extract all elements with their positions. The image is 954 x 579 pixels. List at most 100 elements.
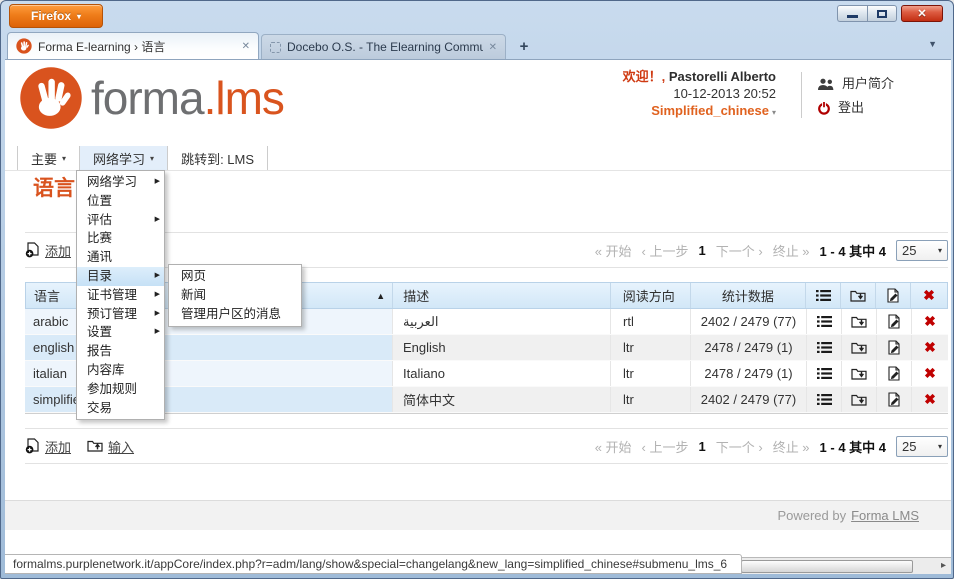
- tab-docebo[interactable]: Docebo O.S. - The Elearning Commu... ✕: [261, 34, 506, 59]
- prev-page-button[interactable]: ‹ 上一步: [642, 437, 689, 456]
- column-header-direction[interactable]: 阅读方向: [611, 283, 691, 308]
- delete-icon: ✖: [924, 313, 936, 330]
- delete-icon: ✖: [924, 391, 936, 408]
- menu-item-settings[interactable]: 设置▶: [77, 323, 164, 342]
- language-selector[interactable]: Simplified_chinese: [651, 103, 769, 118]
- firefox-menu-button[interactable]: Firefox ▾: [9, 4, 103, 28]
- edit-page-icon: [887, 392, 902, 407]
- list-icon: [817, 367, 832, 380]
- details-button[interactable]: [807, 387, 842, 412]
- details-button[interactable]: [807, 361, 842, 386]
- menu-item-content-library[interactable]: 内容库: [77, 361, 164, 380]
- logout-link[interactable]: 登出: [817, 96, 894, 120]
- direction-cell: ltr: [611, 335, 691, 360]
- delete-icon: ✖: [924, 339, 936, 356]
- loading-placeholder-favicon: [270, 42, 281, 53]
- scroll-right-arrow-icon[interactable]: ▸: [941, 560, 946, 571]
- delete-button[interactable]: ✖: [912, 309, 948, 334]
- menu-item-elearning[interactable]: 网络学习▶: [77, 173, 164, 192]
- list-icon: [817, 315, 832, 328]
- close-tab-icon[interactable]: ✕: [242, 41, 250, 52]
- new-tab-button[interactable]: +: [513, 36, 535, 56]
- submenu-arrow-icon: ▶: [155, 323, 160, 342]
- prev-page-button[interactable]: ‹ 上一步: [642, 241, 689, 260]
- export-button[interactable]: [842, 361, 877, 386]
- next-page-button[interactable]: 下一个 ›: [716, 437, 763, 456]
- menu-item-reports[interactable]: 报告: [77, 342, 164, 361]
- nav-item-main[interactable]: 主要 ▾: [17, 146, 80, 170]
- profile-label: 用户简介: [842, 72, 894, 96]
- export-button[interactable]: [842, 309, 877, 334]
- import-language-link[interactable]: 输入: [87, 437, 134, 456]
- column-header-description[interactable]: 描述: [393, 283, 611, 308]
- profile-link[interactable]: 用户简介: [817, 72, 894, 96]
- add-language-link[interactable]: 添加: [25, 241, 71, 260]
- forma-hand-icon: [19, 66, 83, 130]
- details-button[interactable]: [807, 335, 842, 360]
- nav-item-jump-to-lms[interactable]: 跳转到: LMS: [168, 146, 268, 170]
- last-page-button[interactable]: 终止 »: [773, 241, 810, 260]
- export-folder-icon: [851, 341, 867, 355]
- user-info: 欢迎！, Pastorelli Alberto 10-12-2013 20:52…: [623, 68, 776, 121]
- next-page-button[interactable]: 下一个 ›: [716, 241, 763, 260]
- first-page-button[interactable]: « 开始: [595, 241, 632, 260]
- menu-item-transactions[interactable]: 交易: [77, 399, 164, 418]
- delete-button[interactable]: ✖: [912, 387, 948, 412]
- export-button[interactable]: [842, 335, 877, 360]
- forma-lms-link[interactable]: Forma LMS: [851, 508, 919, 523]
- bottom-toolbar: 添加 输入 « 开始 ‹ 上一步 1 下一个 › 终止 » 1 - 4 其中 4…: [25, 428, 948, 464]
- delete-button[interactable]: ✖: [912, 361, 948, 386]
- submenu-arrow-icon: ▶: [155, 267, 160, 286]
- chevron-down-icon: ▾: [938, 442, 942, 451]
- tab-forma-elearning[interactable]: Forma E-learning › 语言 ✕: [7, 32, 259, 59]
- current-page: 1: [699, 439, 706, 454]
- sort-asc-icon[interactable]: ▲: [376, 291, 385, 301]
- power-icon: [817, 101, 831, 115]
- firefox-button-label: Firefox: [31, 9, 71, 23]
- menu-item-catalog[interactable]: 目录▶: [77, 267, 164, 286]
- scrollbar-thumb[interactable]: [741, 560, 913, 573]
- menu-item-reservations[interactable]: 预订管理▶: [77, 305, 164, 324]
- menu-item-location[interactable]: 位置: [77, 192, 164, 211]
- first-page-button[interactable]: « 开始: [595, 437, 632, 456]
- menu-item-assessment[interactable]: 评估▶: [77, 211, 164, 230]
- menu-item-enrolment-rules[interactable]: 参加规则: [77, 380, 164, 399]
- minimize-button[interactable]: [837, 5, 867, 22]
- page-size-select[interactable]: 25 ▾: [896, 436, 948, 457]
- menu-item-certificates[interactable]: 证书管理▶: [77, 286, 164, 305]
- details-button[interactable]: [807, 309, 842, 334]
- close-window-button[interactable]: ✕: [901, 5, 943, 22]
- add-page-icon: [25, 242, 40, 258]
- chevron-down-icon[interactable]: ▾: [772, 108, 776, 117]
- column-header-stats[interactable]: 统计数据: [691, 283, 807, 308]
- edit-button[interactable]: [877, 361, 912, 386]
- add-language-link[interactable]: 添加: [25, 437, 71, 456]
- menu-item-competition[interactable]: 比赛: [77, 229, 164, 248]
- page-size-select[interactable]: 25 ▾: [896, 240, 948, 261]
- edit-button[interactable]: [877, 387, 912, 412]
- submenu-item-webpages[interactable]: 网页: [169, 267, 301, 286]
- maximize-button[interactable]: [867, 5, 897, 22]
- close-tab-icon[interactable]: ✕: [489, 42, 497, 53]
- list-icon: [817, 393, 832, 406]
- column-header-edit: [876, 283, 911, 308]
- pagination-bottom: « 开始 ‹ 上一步 1 下一个 › 终止 » 1 - 4 其中 4 25 ▾: [595, 436, 948, 457]
- close-icon: ✕: [917, 7, 926, 20]
- menu-item-communication[interactable]: 通讯: [77, 248, 164, 267]
- column-header-details: [806, 283, 841, 308]
- list-all-tabs-button[interactable]: ▼: [928, 39, 937, 49]
- status-bar-url: formalms.purplenetwork.it/appCore/index.…: [5, 554, 742, 574]
- chevron-down-icon: ▾: [150, 154, 154, 163]
- edit-button[interactable]: [877, 335, 912, 360]
- description-cell: العربية: [393, 309, 611, 334]
- stats-cell: 2402 / 2479 (77): [691, 387, 807, 412]
- edit-button[interactable]: [877, 309, 912, 334]
- delete-button[interactable]: ✖: [912, 335, 948, 360]
- nav-item-elearning[interactable]: 网络学习 ▾: [80, 146, 168, 170]
- add-page-icon: [25, 438, 40, 454]
- export-button[interactable]: [842, 387, 877, 412]
- last-page-button[interactable]: 终止 »: [773, 437, 810, 456]
- submenu-item-user-area-messages[interactable]: 管理用户区的消息: [169, 305, 301, 324]
- export-folder-icon: [851, 315, 867, 329]
- submenu-item-news[interactable]: 新闻: [169, 286, 301, 305]
